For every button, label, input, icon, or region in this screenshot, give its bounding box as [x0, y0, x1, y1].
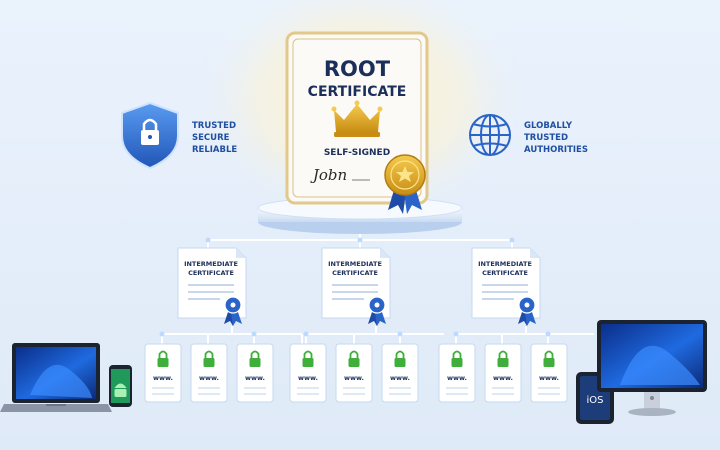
root-title-line2: CERTIFICATE	[308, 84, 407, 100]
intermediate-2-line2: CERTIFICATE	[332, 269, 378, 277]
tablet-label: iOS	[587, 395, 604, 406]
leaf-label: www.	[390, 374, 410, 382]
intermediate-2-line1: INTERMEDIATE	[328, 260, 382, 268]
root-subtitle: SELF-SIGNED	[324, 148, 390, 158]
trusted-line-1: TRUSTED	[192, 121, 236, 131]
authorities-line-3: AUTHORITIES	[524, 145, 588, 155]
leaf-label: www.	[298, 374, 318, 382]
leaf-certificate-6: www.	[381, 343, 419, 403]
laptop-device	[0, 343, 112, 412]
leaf-certificates: www. www. www. www. www. www. www. www. www.	[144, 343, 568, 403]
android-phone-device	[109, 365, 132, 407]
intermediate-3-line2: CERTIFICATE	[482, 269, 528, 277]
leaf-label: www.	[447, 374, 467, 382]
leaf-certificate-3: www.	[236, 343, 274, 403]
leaf-label: www.	[493, 374, 513, 382]
intermediate-certificate-1: INTERMEDIATE CERTIFICATE	[177, 247, 247, 326]
root-certificate: ROOT CERTIFICATE SELF-SIGNED Jobn	[285, 31, 429, 214]
authorities-line-2: TRUSTED	[524, 133, 568, 143]
authorities-line-1: GLOBALLY	[524, 121, 573, 131]
intermediate-3-line1: INTERMEDIATE	[478, 260, 532, 268]
intermediate-1-line2: CERTIFICATE	[188, 269, 234, 277]
leaf-label: www.	[153, 374, 173, 382]
intermediate-1-line1: INTERMEDIATE	[184, 260, 238, 268]
leaf-label: www.	[199, 374, 219, 382]
trusted-line-3: RELIABLE	[192, 145, 237, 155]
root-signature: Jobn	[310, 166, 347, 184]
leaf-label: www.	[539, 374, 559, 382]
leaf-certificate-2: www.	[190, 343, 228, 403]
leaf-certificate-4: www.	[289, 343, 327, 403]
trusted-line-2: SECURE	[192, 133, 230, 143]
intermediate-certificate-2: INTERMEDIATE CERTIFICATE	[321, 247, 391, 326]
leaf-label: www.	[344, 374, 364, 382]
leaf-label: www.	[245, 374, 265, 382]
root-title-line1: ROOT	[324, 57, 391, 81]
leaf-certificate-5: www.	[335, 343, 373, 403]
leaf-certificate-9: www.	[530, 343, 568, 403]
leaf-certificate-7: www.	[438, 343, 476, 403]
certificate-chain-diagram: ROOT CERTIFICATE SELF-SIGNED Jobn TRUSTE…	[0, 0, 720, 450]
intermediate-certificate-3: INTERMEDIATE CERTIFICATE	[471, 247, 541, 326]
leaf-certificate-1: www.	[144, 343, 182, 403]
leaf-certificate-8: www.	[484, 343, 522, 403]
globe-icon	[469, 114, 511, 156]
